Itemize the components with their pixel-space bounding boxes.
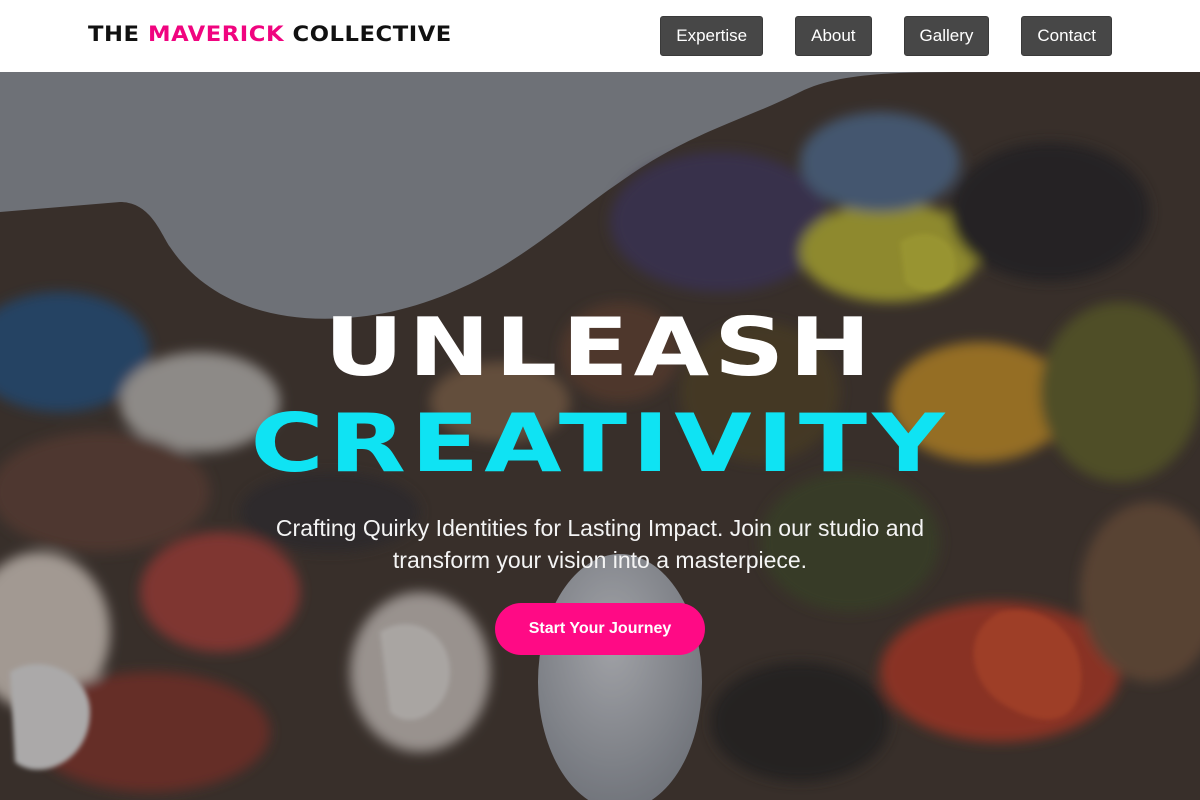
- brand-suffix: COLLECTIVE: [284, 22, 452, 46]
- brand-prefix: THE: [88, 22, 149, 46]
- start-journey-button[interactable]: Start Your Journey: [495, 603, 705, 655]
- hero-section: UNLEASH CREATIVITY Crafting Quirky Ident…: [0, 72, 1200, 800]
- main-nav: Expertise About Gallery Contact: [660, 16, 1112, 56]
- hero-headline-line1: UNLEASH: [324, 301, 876, 394]
- site-header: THE MAVERICK COLLECTIVE Expertise About …: [0, 0, 1200, 72]
- nav-expertise-button[interactable]: Expertise: [660, 16, 764, 56]
- nav-about-button[interactable]: About: [795, 16, 872, 56]
- brand-accent: MAVERICK: [148, 22, 285, 46]
- brand-logo[interactable]: THE MAVERICK COLLECTIVE: [88, 22, 452, 46]
- hero-content: UNLEASH CREATIVITY Crafting Quirky Ident…: [0, 72, 1200, 800]
- hero-headline-line2: CREATIVITY: [250, 397, 950, 490]
- nav-gallery-button[interactable]: Gallery: [903, 16, 990, 56]
- nav-contact-button[interactable]: Contact: [1021, 16, 1112, 56]
- hero-subtitle: Crafting Quirky Identities for Lasting I…: [275, 515, 925, 573]
